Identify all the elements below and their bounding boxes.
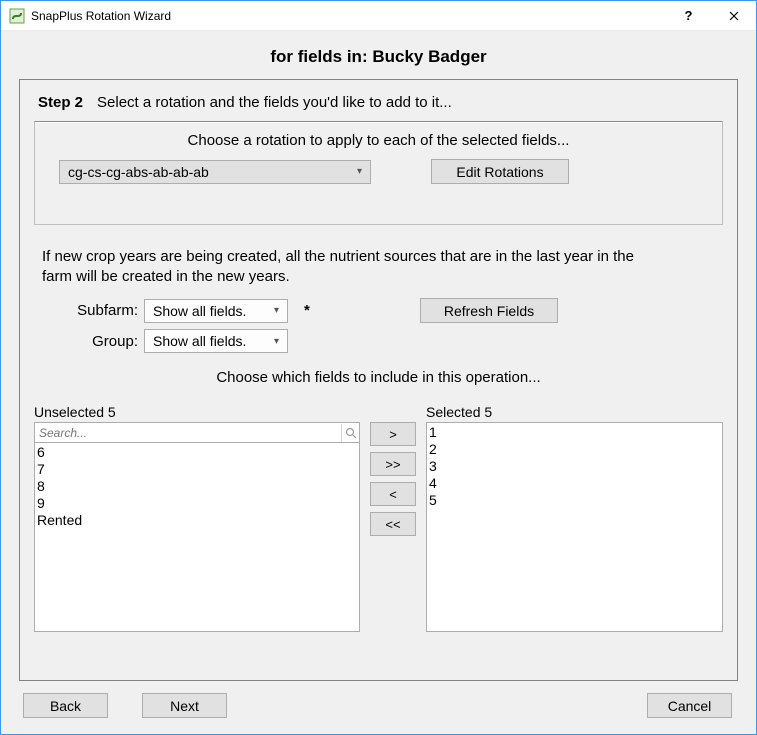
move-all-right-button[interactable]: >>: [370, 452, 416, 476]
help-button[interactable]: ?: [666, 1, 711, 30]
edit-rotations-button[interactable]: Edit Rotations: [431, 159, 569, 184]
back-button[interactable]: Back: [23, 693, 108, 718]
filter-block: Subfarm: Show all fields. ▾ * Refresh Fi…: [34, 298, 723, 353]
footer: Back Next Cancel: [19, 681, 738, 720]
window-title: SnapPlus Rotation Wizard: [31, 9, 666, 23]
subfarm-label: Subfarm:: [34, 302, 144, 319]
search-wrapper: [34, 422, 360, 442]
choose-fields-label: Choose which fields to include in this o…: [34, 369, 723, 386]
rotation-group-label: Choose a rotation to apply to each of th…: [49, 132, 708, 149]
list-item[interactable]: Rented: [37, 512, 357, 529]
unselected-label: Unselected 5: [34, 404, 360, 420]
close-icon: [729, 11, 739, 21]
list-item[interactable]: 1: [429, 424, 720, 441]
step-header: Step 2 Select a rotation and the fields …: [38, 94, 723, 111]
selected-listbox[interactable]: 12345: [426, 422, 723, 632]
client-area: for fields in: Bucky Badger Step 2 Selec…: [1, 31, 756, 734]
list-item[interactable]: 3: [429, 458, 720, 475]
required-asterisk: *: [300, 302, 320, 319]
subfarm-dropdown[interactable]: Show all fields. ▾: [144, 299, 288, 323]
list-item[interactable]: 4: [429, 475, 720, 492]
close-button[interactable]: [711, 1, 756, 30]
rotation-groupbox: Choose a rotation to apply to each of th…: [34, 121, 723, 225]
search-input[interactable]: [35, 424, 341, 442]
list-item[interactable]: 8: [37, 478, 357, 495]
mover-buttons: > >> < <<: [370, 404, 416, 536]
chevron-down-icon: ▾: [274, 305, 283, 316]
move-right-button[interactable]: >: [370, 422, 416, 446]
info-text: If new crop years are being created, all…: [42, 247, 662, 286]
list-item[interactable]: 6: [37, 444, 357, 461]
selected-column: Selected 5 12345: [426, 404, 723, 632]
next-button[interactable]: Next: [142, 693, 227, 718]
subfarm-value: Show all fields.: [153, 303, 246, 319]
group-value: Show all fields.: [153, 333, 246, 349]
cancel-button[interactable]: Cancel: [647, 693, 732, 718]
chevron-down-icon: ▾: [274, 336, 283, 347]
rotation-dropdown-value: cg-cs-cg-abs-ab-ab-ab: [68, 164, 209, 180]
step-description: Select a rotation and the fields you'd l…: [97, 94, 452, 111]
unselected-listbox[interactable]: 6789Rented: [34, 442, 360, 632]
list-item[interactable]: 9: [37, 495, 357, 512]
list-item[interactable]: 7: [37, 461, 357, 478]
group-dropdown[interactable]: Show all fields. ▾: [144, 329, 288, 353]
page-title: for fields in: Bucky Badger: [19, 47, 738, 67]
list-item[interactable]: 5: [429, 492, 720, 509]
dual-list: Unselected 5 6789Rented > >> < <<: [34, 404, 723, 632]
unselected-column: Unselected 5 6789Rented: [34, 404, 360, 632]
chevron-down-icon: ▾: [357, 166, 366, 177]
list-item[interactable]: 2: [429, 441, 720, 458]
app-icon: [9, 8, 25, 24]
refresh-fields-button[interactable]: Refresh Fields: [420, 298, 558, 323]
move-all-left-button[interactable]: <<: [370, 512, 416, 536]
window-frame: SnapPlus Rotation Wizard ? for fields in…: [0, 0, 757, 735]
titlebar: SnapPlus Rotation Wizard ?: [1, 1, 756, 31]
main-frame: Step 2 Select a rotation and the fields …: [19, 79, 738, 681]
selected-label: Selected 5: [426, 404, 723, 420]
group-label: Group:: [34, 333, 144, 350]
move-left-button[interactable]: <: [370, 482, 416, 506]
rotation-dropdown[interactable]: cg-cs-cg-abs-ab-ab-ab ▾: [59, 160, 371, 184]
search-icon[interactable]: [341, 424, 359, 442]
step-number: Step 2: [38, 94, 83, 111]
